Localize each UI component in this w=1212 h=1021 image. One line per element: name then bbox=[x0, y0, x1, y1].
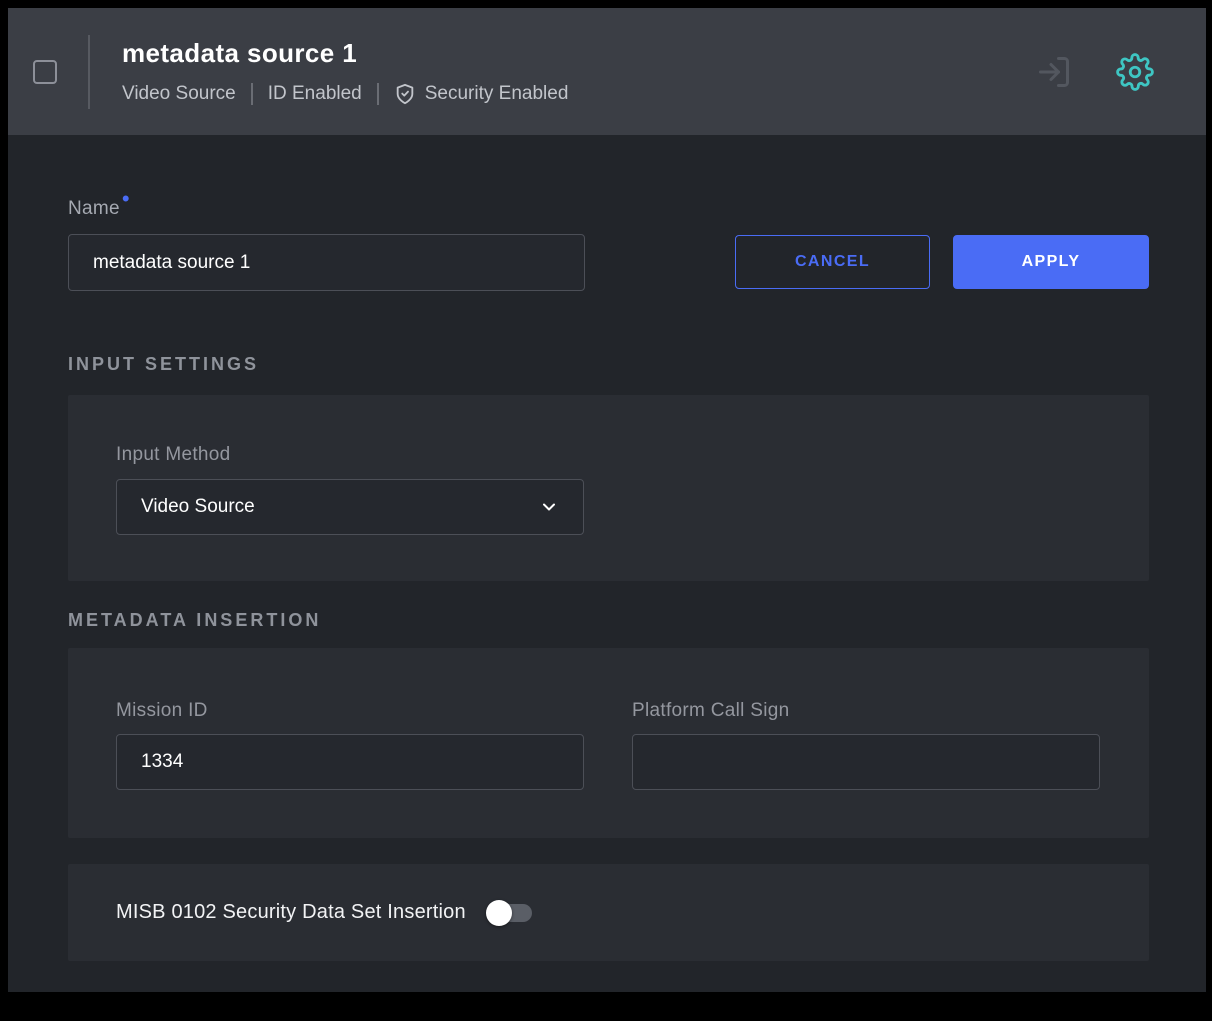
input-method-label: Input Method bbox=[116, 444, 231, 466]
mission-id-input[interactable] bbox=[116, 734, 584, 790]
panel-header: metadata source 1 Video Source ID Enable… bbox=[8, 8, 1206, 135]
platform-call-sign-input[interactable] bbox=[632, 734, 1100, 790]
toggle-knob bbox=[486, 900, 512, 926]
input-settings-card: Input Method Video Source bbox=[68, 395, 1149, 581]
gear-icon[interactable] bbox=[1116, 53, 1154, 91]
required-dot: • bbox=[122, 186, 130, 211]
select-checkbox[interactable] bbox=[33, 60, 57, 84]
name-input[interactable] bbox=[68, 234, 585, 291]
input-settings-heading: INPUT SETTINGS bbox=[68, 354, 259, 375]
misb-row: MISB 0102 Security Data Set Insertion bbox=[68, 864, 1149, 961]
platform-call-sign-label: Platform Call Sign bbox=[632, 700, 789, 722]
status-separator bbox=[251, 83, 253, 105]
status-separator bbox=[377, 83, 379, 105]
title-block: metadata source 1 Video Source ID Enable… bbox=[122, 38, 568, 106]
input-method-select[interactable]: Video Source bbox=[116, 479, 584, 535]
status-security-enabled: Security Enabled bbox=[394, 82, 569, 106]
chevron-down-icon bbox=[539, 497, 559, 517]
misb-card: MISB 0102 Security Data Set Insertion bbox=[68, 864, 1149, 961]
header-divider bbox=[88, 35, 90, 109]
misb-toggle[interactable] bbox=[488, 904, 532, 922]
status-id-enabled: ID Enabled bbox=[268, 83, 362, 105]
name-label: Name• bbox=[68, 198, 130, 220]
page-title: metadata source 1 bbox=[122, 38, 568, 69]
shield-check-icon bbox=[394, 82, 416, 106]
import-arrow-icon[interactable] bbox=[1036, 54, 1072, 90]
metadata-source-panel: metadata source 1 Video Source ID Enable… bbox=[8, 8, 1206, 992]
metadata-insertion-heading: METADATA INSERTION bbox=[68, 610, 321, 631]
header-actions bbox=[1036, 53, 1154, 91]
status-video-source: Video Source bbox=[122, 83, 236, 105]
cancel-button[interactable]: CANCEL bbox=[735, 235, 930, 289]
status-row: Video Source ID Enabled Security Enabled bbox=[122, 82, 568, 106]
mission-id-label: Mission ID bbox=[116, 700, 208, 722]
misb-label: MISB 0102 Security Data Set Insertion bbox=[116, 901, 466, 924]
apply-button[interactable]: APPLY bbox=[953, 235, 1149, 289]
